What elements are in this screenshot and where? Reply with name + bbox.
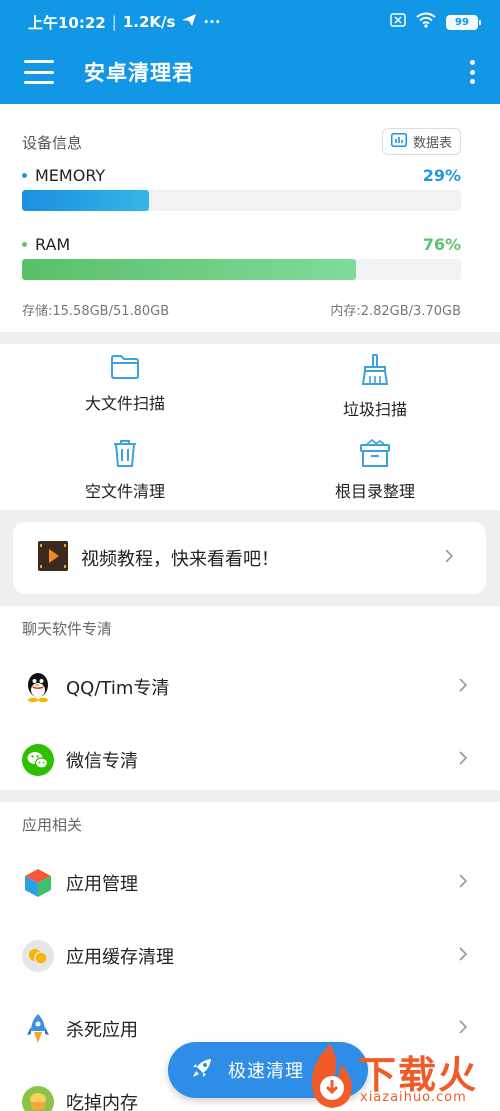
memory-row: MEMORY 29% — [22, 166, 461, 185]
notification-icon — [181, 13, 197, 31]
wechat-clean-item[interactable]: 微信专清 — [0, 723, 500, 796]
device-info-card: 设备信息 数据表 MEMORY 29% RAM 76% 存储:15.58GB/5… — [0, 104, 500, 332]
device-info-title: 设备信息 — [22, 134, 83, 152]
row-label: QQ/Tim专清 — [66, 677, 170, 699]
wifi-icon — [416, 12, 436, 32]
section-title: 应用相关 — [22, 815, 83, 834]
ram-progress-fill — [22, 259, 356, 280]
app-cache-clean-item[interactable]: 应用缓存清理 — [0, 919, 500, 992]
junk-scan-button[interactable]: 垃圾扫描 — [250, 354, 500, 420]
chevron-right-icon — [458, 1019, 468, 1039]
memory-progress-fill — [22, 190, 150, 211]
cache-icon — [22, 939, 54, 972]
row-label: 应用管理 — [66, 873, 138, 895]
memory-progress-bar — [22, 190, 461, 211]
app-manage-item[interactable]: 应用管理 — [0, 846, 500, 919]
flame-logo-icon — [311, 1044, 352, 1108]
cube-icon — [22, 867, 54, 899]
ram-row: RAM 76% — [22, 235, 461, 254]
quick-clean-label: 极速清理 — [228, 1061, 304, 1082]
row-label: 杀死应用 — [66, 1019, 138, 1041]
ram-label: RAM — [35, 235, 71, 254]
wechat-icon — [22, 743, 54, 776]
tool-label: 空文件清理 — [84, 482, 165, 501]
memory-usage: 内存:2.82GB/3.70GB — [330, 304, 461, 319]
row-label: 吃掉内存 — [66, 1092, 138, 1111]
large-file-scan-button[interactable]: 大文件扫描 — [0, 354, 250, 414]
chevron-right-icon — [458, 873, 468, 893]
trash-icon — [111, 438, 139, 472]
tool-label: 垃圾扫描 — [342, 400, 407, 419]
video-tutorial-banner[interactable]: 视频教程，快来看看吧！ — [13, 522, 486, 594]
memory-percent: 29% — [422, 166, 461, 185]
toolbar: 安卓清理君 — [0, 44, 500, 100]
menu-icon[interactable] — [24, 60, 54, 84]
ram-progress-bar — [22, 259, 461, 280]
root-dir-organize-button[interactable]: 根目录整理 — [250, 438, 500, 502]
video-icon — [37, 540, 69, 576]
empty-file-clean-button[interactable]: 空文件清理 — [0, 438, 250, 502]
storage-usage: 存储:15.58GB/51.80GB — [22, 304, 170, 319]
folder-icon — [110, 354, 140, 384]
chevron-right-icon — [458, 750, 468, 770]
qq-icon — [22, 671, 54, 703]
section-title: 聊天软件专清 — [22, 619, 113, 638]
tool-label: 根目录整理 — [334, 482, 415, 501]
chat-clean-section: 聊天软件专清 QQ/Tim专清 微信专清 — [0, 606, 500, 790]
memory-label: MEMORY — [35, 166, 106, 185]
ram-percent: 76% — [422, 235, 461, 254]
rocket-icon — [190, 1056, 214, 1084]
chevron-right-icon — [458, 946, 468, 966]
battery-icon: 99 — [446, 14, 481, 30]
box-icon — [359, 438, 391, 472]
tools-grid: 大文件扫描 垃圾扫描 空文件清理 根目录整理 — [0, 344, 500, 510]
app-bar: 上午10:22 | 1.2K/s ··· 99 安卓清理君 — [0, 0, 500, 104]
row-label: 微信专清 — [66, 750, 138, 772]
food-icon — [22, 1085, 54, 1111]
chart-icon — [390, 132, 407, 151]
page-title: 安卓清理君 — [84, 61, 194, 85]
status-bar: 上午10:22 | 1.2K/s ··· 99 — [0, 0, 500, 44]
chevron-right-icon — [444, 548, 454, 568]
data-table-label: 数据表 — [412, 136, 452, 151]
watermark-url: xiazaihuo.com — [360, 1090, 467, 1105]
watermark: 下载火 xiazaihuo.com — [300, 1040, 500, 1111]
row-label: 应用缓存清理 — [66, 946, 174, 968]
status-time: 上午10:22 — [28, 13, 106, 32]
rocket-icon — [22, 1013, 54, 1045]
data-table-button[interactable]: 数据表 — [381, 128, 461, 155]
qq-tim-clean-item[interactable]: QQ/Tim专清 — [0, 650, 500, 723]
more-options-icon[interactable] — [464, 60, 480, 84]
sim-off-icon — [390, 13, 406, 31]
broom-icon — [360, 354, 390, 390]
video-tutorial-label: 视频教程，快来看看吧！ — [81, 549, 279, 570]
status-extra: ··· — [203, 13, 221, 31]
status-speed: 1.2K/s — [122, 13, 176, 31]
chevron-right-icon — [458, 677, 468, 697]
tool-label: 大文件扫描 — [84, 394, 165, 413]
